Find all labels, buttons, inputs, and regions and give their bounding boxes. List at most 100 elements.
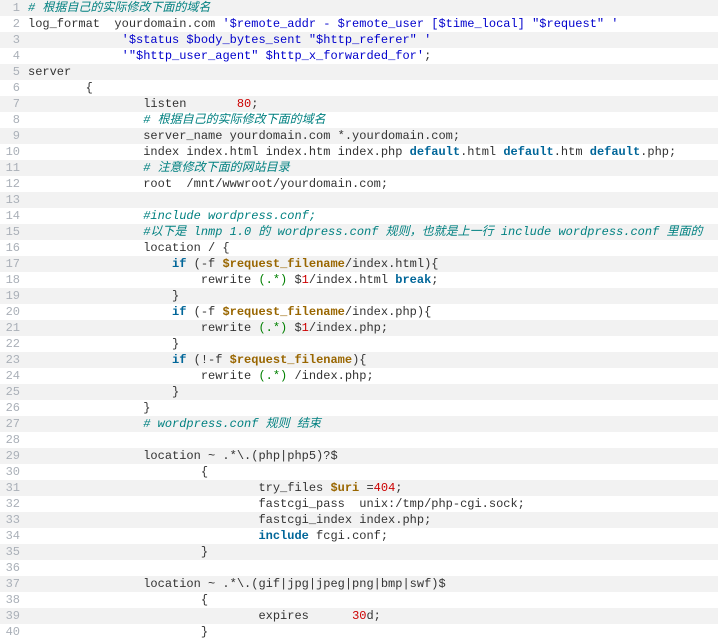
code-content: { — [24, 592, 718, 608]
line-number: 11 — [0, 160, 24, 176]
code-line: 22 } — [0, 336, 718, 352]
code-line: 21 rewrite (.*) $1/index.php; — [0, 320, 718, 336]
line-number: 32 — [0, 496, 24, 512]
line-number: 33 — [0, 512, 24, 528]
code-line: 26 } — [0, 400, 718, 416]
code-content: rewrite (.*) /index.php; — [24, 368, 718, 384]
line-number: 23 — [0, 352, 24, 368]
code-content — [24, 432, 718, 448]
line-number: 37 — [0, 576, 24, 592]
code-content: # wordpress.conf 规则 结束 — [24, 416, 718, 432]
code-line: 9 server_name yourdomain.com *.yourdomai… — [0, 128, 718, 144]
code-content: if (-f $request_filename/index.html){ — [24, 256, 718, 272]
code-line: 37 location ~ .*\.(gif|jpg|jpeg|png|bmp|… — [0, 576, 718, 592]
line-number: 14 — [0, 208, 24, 224]
code-line: 17 if (-f $request_filename/index.html){ — [0, 256, 718, 272]
code-content: rewrite (.*) $1/index.php; — [24, 320, 718, 336]
code-content: # 注意修改下面的网站目录 — [24, 160, 718, 176]
code-line: 15 #以下是 lnmp 1.0 的 wordpress.conf 规则，也就是… — [0, 224, 718, 240]
code-line: 39 expires 30d; — [0, 608, 718, 624]
code-line: 40 } — [0, 624, 718, 640]
line-number: 25 — [0, 384, 24, 400]
code-content: } — [24, 336, 718, 352]
code-content: if (!-f $request_filename){ — [24, 352, 718, 368]
line-number: 26 — [0, 400, 24, 416]
code-content — [24, 192, 718, 208]
code-content: } — [24, 624, 718, 640]
code-line: 12 root /mnt/wwwroot/yourdomain.com; — [0, 176, 718, 192]
line-number: 21 — [0, 320, 24, 336]
line-number: 5 — [0, 64, 24, 80]
line-number: 40 — [0, 624, 24, 640]
code-content: '"$http_user_agent" $http_x_forwarded_fo… — [24, 48, 718, 64]
code-content: expires 30d; — [24, 608, 718, 624]
code-content: index index.html index.htm index.php def… — [24, 144, 718, 160]
code-line: 18 rewrite (.*) $1/index.html break; — [0, 272, 718, 288]
code-content: if (-f $request_filename/index.php){ — [24, 304, 718, 320]
line-number: 18 — [0, 272, 24, 288]
line-number: 28 — [0, 432, 24, 448]
line-number: 19 — [0, 288, 24, 304]
code-content — [24, 560, 718, 576]
code-line: 30 { — [0, 464, 718, 480]
code-content: rewrite (.*) $1/index.html break; — [24, 272, 718, 288]
code-line: 33 fastcgi_index index.php; — [0, 512, 718, 528]
code-content: #以下是 lnmp 1.0 的 wordpress.conf 规则，也就是上一行… — [24, 224, 718, 240]
code-content: location ~ .*\.(gif|jpg|jpeg|png|bmp|swf… — [24, 576, 718, 592]
code-content: fastcgi_pass unix:/tmp/php-cgi.sock; — [24, 496, 718, 512]
code-content: fastcgi_index index.php; — [24, 512, 718, 528]
line-number: 10 — [0, 144, 24, 160]
code-line: 5server — [0, 64, 718, 80]
line-number: 29 — [0, 448, 24, 464]
code-line: 34 include fcgi.conf; — [0, 528, 718, 544]
line-number: 31 — [0, 480, 24, 496]
code-line: 27 # wordpress.conf 规则 结束 — [0, 416, 718, 432]
code-content: { — [24, 80, 718, 96]
line-number: 30 — [0, 464, 24, 480]
line-number: 35 — [0, 544, 24, 560]
code-line: 14 #include wordpress.conf; — [0, 208, 718, 224]
code-line: 32 fastcgi_pass unix:/tmp/php-cgi.sock; — [0, 496, 718, 512]
code-line: 4 '"$http_user_agent" $http_x_forwarded_… — [0, 48, 718, 64]
code-content: } — [24, 400, 718, 416]
code-content: # 根据自己的实际修改下面的域名 — [24, 0, 718, 16]
code-line: 8 # 根据自己的实际修改下面的域名 — [0, 112, 718, 128]
line-number: 12 — [0, 176, 24, 192]
code-content: # 根据自己的实际修改下面的域名 — [24, 112, 718, 128]
line-number: 27 — [0, 416, 24, 432]
line-number: 38 — [0, 592, 24, 608]
code-content: try_files $uri =404; — [24, 480, 718, 496]
line-number: 24 — [0, 368, 24, 384]
code-line: 23 if (!-f $request_filename){ — [0, 352, 718, 368]
code-line: 3 '$status $body_bytes_sent "$http_refer… — [0, 32, 718, 48]
code-content: { — [24, 464, 718, 480]
code-line: 6 { — [0, 80, 718, 96]
line-number: 1 — [0, 0, 24, 16]
line-number: 15 — [0, 224, 24, 240]
code-line: 36 — [0, 560, 718, 576]
line-number: 2 — [0, 16, 24, 32]
code-line: 24 rewrite (.*) /index.php; — [0, 368, 718, 384]
line-number: 34 — [0, 528, 24, 544]
code-line: 2log_format yourdomain.com '$remote_addr… — [0, 16, 718, 32]
code-content: listen 80; — [24, 96, 718, 112]
code-line: 11 # 注意修改下面的网站目录 — [0, 160, 718, 176]
line-number: 22 — [0, 336, 24, 352]
line-number: 16 — [0, 240, 24, 256]
code-content: log_format yourdomain.com '$remote_addr … — [24, 16, 718, 32]
code-content: root /mnt/wwwroot/yourdomain.com; — [24, 176, 718, 192]
code-content: server_name yourdomain.com *.yourdomain.… — [24, 128, 718, 144]
line-number: 17 — [0, 256, 24, 272]
code-line: 25 } — [0, 384, 718, 400]
code-line: 28 — [0, 432, 718, 448]
line-number: 36 — [0, 560, 24, 576]
line-number: 8 — [0, 112, 24, 128]
line-number: 39 — [0, 608, 24, 624]
line-number: 13 — [0, 192, 24, 208]
code-line: 38 { — [0, 592, 718, 608]
code-content: } — [24, 384, 718, 400]
code-line: 1# 根据自己的实际修改下面的域名 — [0, 0, 718, 16]
code-line: 35 } — [0, 544, 718, 560]
code-content: } — [24, 544, 718, 560]
code-content: location ~ .*\.(php|php5)?$ — [24, 448, 718, 464]
